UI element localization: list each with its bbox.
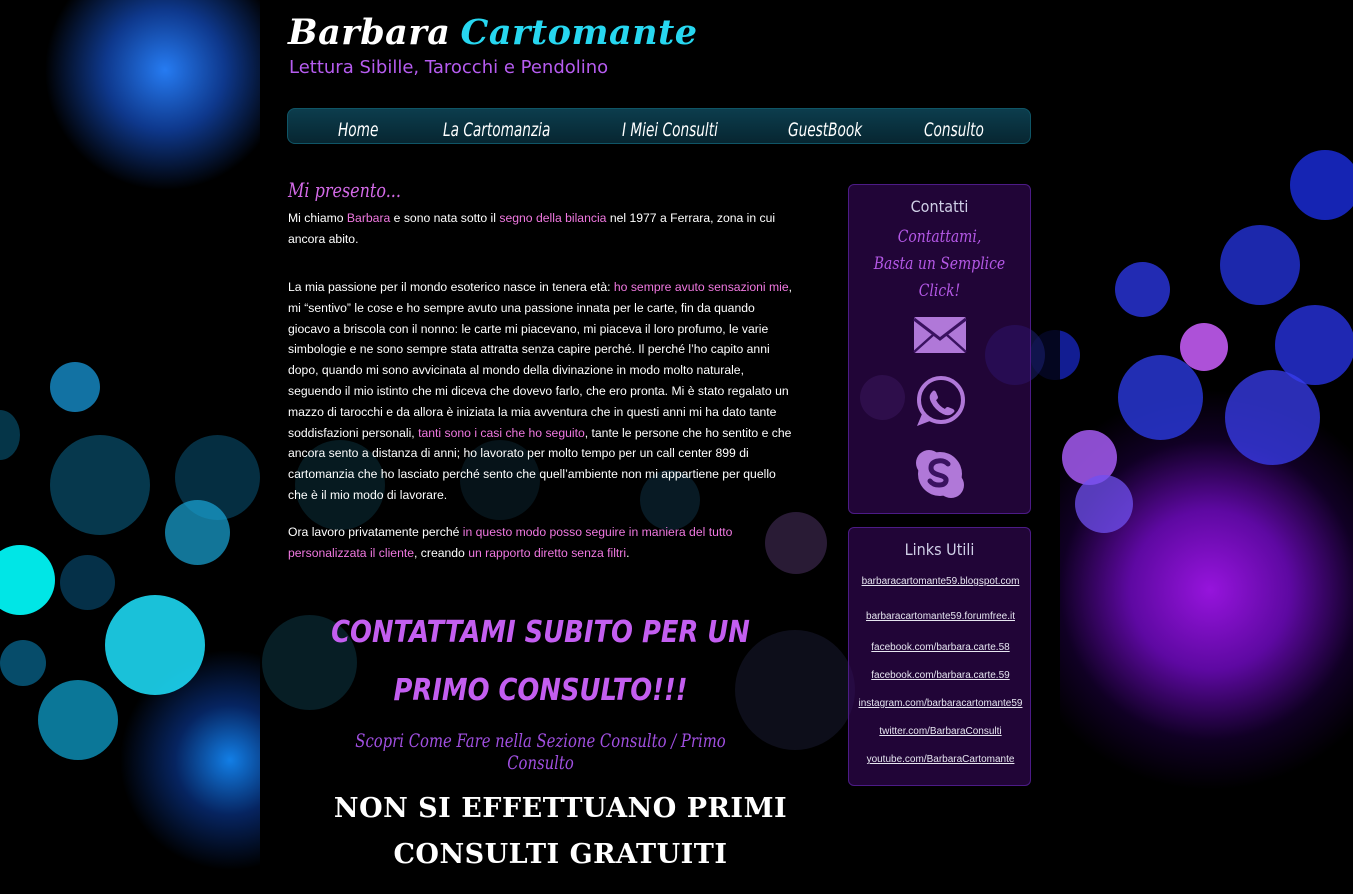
contacts-tagline: Contattami, Basta un Semplice Click! [865, 224, 1013, 305]
no-free-consult-notice: NON SI EFFETTUANO PRIMI CONSULTI GRATUIT… [288, 786, 833, 878]
site-subtitle: Lettura Sibille, Tarocchi e Pendolino [289, 57, 609, 78]
p3-text-3: . [626, 545, 630, 560]
intro-paragraph-3: Ora lavoro privatamente perché in questo… [288, 522, 793, 564]
whatsapp-icon[interactable] [913, 375, 967, 429]
nav-item-cartomanzia[interactable]: La Cartomanzia [443, 119, 550, 141]
nav-item-miei-consulti[interactable]: I Miei Consulti [622, 119, 718, 141]
notice-line-1: NON SI EFFETTUANO PRIMI [333, 793, 788, 824]
p1-highlight-1: Barbara [346, 211, 391, 225]
nav-item-home[interactable]: Home [338, 119, 378, 141]
background-right-bokeh [1060, 0, 1353, 894]
link-youtube[interactable]: youtube.com/BarbaraCartomante [849, 754, 1032, 765]
p2-text-2: , mi “sentivo” le cose e ho sempre avuto… [288, 280, 793, 440]
section-heading: Mi presento... [288, 178, 401, 202]
p1-highlight-2: segno della bilancia [499, 211, 607, 225]
link-facebook-58[interactable]: facebook.com/barbara.carte.58 [849, 642, 1032, 653]
p1-text-2: e sono nata sotto il [390, 211, 500, 225]
skype-icon[interactable] [913, 447, 967, 501]
main-navbar: Home La Cartomanzia I Miei Consulti Gues… [287, 108, 1031, 144]
p2-highlight-1: ho sempre avuto sensazioni mie [613, 280, 789, 294]
links-widget: Links Utili barbaracartomante59.blogspot… [848, 527, 1031, 786]
links-title: Links Utili [904, 540, 975, 559]
link-twitter[interactable]: twitter.com/BarbaraConsulti [849, 726, 1032, 737]
p3-highlight-2: un rapporto diretto senza filtri [468, 545, 627, 560]
p2-highlight-2: tanti sono i casi che ho seguito [418, 425, 585, 440]
site-title[interactable]: Barbara Cartomante [288, 12, 698, 53]
p2-text-1: La mia passione per il mondo esoterico n… [288, 280, 614, 294]
site-title-accent: Cartomante [460, 12, 698, 53]
contacts-title: Contatti [910, 197, 969, 216]
intro-paragraph-2: La mia passione per il mondo esoterico n… [288, 277, 793, 506]
p3-text-1: Ora lavoro privatamente perché [288, 525, 463, 539]
notice-line-2: CONSULTI GRATUITI [393, 839, 728, 870]
cta-subheading: Scopri Come Fare nella Sezione Consulto … [355, 730, 726, 774]
mail-icon[interactable] [912, 315, 967, 355]
intro-paragraph-1: Mi chiamo Barbara e sono nata sotto il s… [288, 208, 793, 250]
p1-text-1: Mi chiamo [288, 211, 347, 225]
link-facebook-59[interactable]: facebook.com/barbara.carte.59 [849, 670, 1032, 681]
link-forumfree[interactable]: barbaracartomante59.forumfree.it [849, 611, 1032, 622]
nav-item-guestbook[interactable]: GuestBook [788, 119, 862, 141]
nav-item-consulto[interactable]: Consulto [924, 119, 984, 141]
link-blogspot[interactable]: barbaracartomante59.blogspot.com [849, 576, 1032, 587]
contacts-widget: Contatti Contattami, Basta un Semplice C… [848, 184, 1031, 514]
p3-text-2: , creando [414, 545, 469, 560]
contacts-tagline-line-1: Contattami, [897, 227, 982, 247]
link-instagram[interactable]: instagram.com/barbaracartomante59 [849, 698, 1032, 709]
contacts-tagline-line-2: Basta un Semplice Click! [873, 254, 1006, 301]
cta-heading: CONTATTAMI SUBITO PER UN PRIMO CONSULTO!… [331, 615, 750, 708]
background-left-bokeh [0, 0, 260, 894]
site-title-name: Barbara [288, 12, 451, 53]
